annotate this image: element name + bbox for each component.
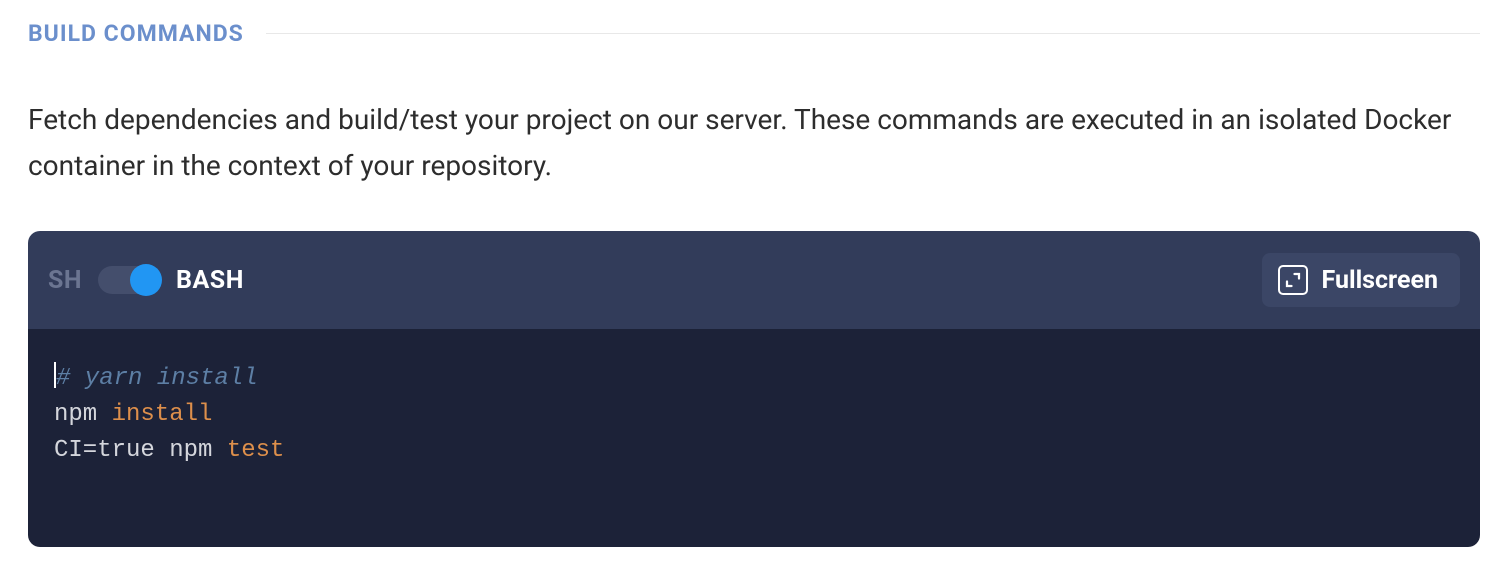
- code-text: CI=true npm: [54, 437, 227, 464]
- code-keyword: test: [227, 437, 285, 464]
- code-body[interactable]: # yarn install npm install CI=true npm t…: [28, 329, 1480, 547]
- section-header: BUILD COMMANDS: [0, 0, 1508, 65]
- code-line-2: npm install: [54, 397, 1454, 433]
- shell-toggle-group: SH BASH: [48, 266, 244, 295]
- code-line-1: # yarn install: [54, 361, 1454, 397]
- section-description: Fetch dependencies and build/test your p…: [0, 65, 1508, 231]
- code-toolbar: SH BASH Fullscreen: [28, 231, 1480, 329]
- shell-sh-label[interactable]: SH: [48, 266, 82, 295]
- code-line-3: CI=true npm test: [54, 433, 1454, 469]
- fullscreen-button[interactable]: Fullscreen: [1262, 253, 1461, 307]
- fullscreen-icon: [1278, 265, 1308, 295]
- code-text: npm: [54, 401, 112, 428]
- shell-toggle[interactable]: [98, 266, 160, 294]
- code-comment: # yarn install: [56, 365, 258, 392]
- code-keyword: install: [112, 401, 213, 428]
- toggle-knob: [130, 264, 162, 296]
- divider: [266, 33, 1480, 34]
- shell-bash-label[interactable]: BASH: [176, 266, 244, 295]
- code-editor: SH BASH Fullscreen # yarn install npm in…: [28, 231, 1480, 547]
- fullscreen-label: Fullscreen: [1322, 266, 1439, 295]
- section-title: BUILD COMMANDS: [28, 20, 244, 47]
